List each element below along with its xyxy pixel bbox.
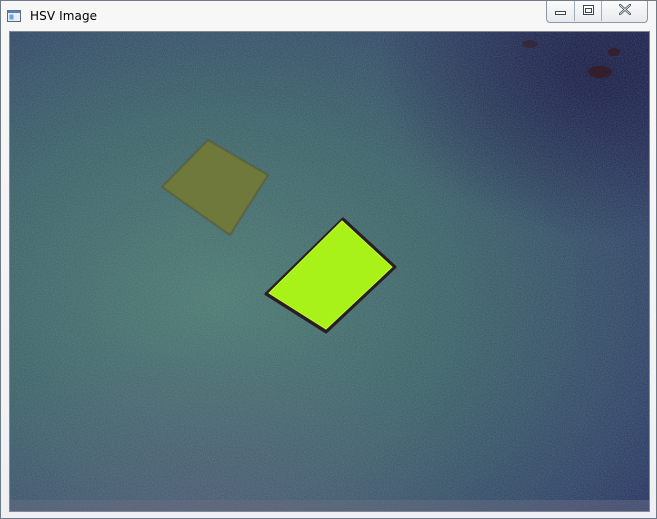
- image-bottom-band: [10, 500, 649, 511]
- maximize-button[interactable]: [574, 1, 601, 21]
- hsv-image-canvas[interactable]: [9, 31, 650, 512]
- app-window-icon: [7, 9, 21, 22]
- app-window: HSV Image: [0, 0, 657, 519]
- restore-icon: [582, 2, 594, 20]
- close-button[interactable]: [601, 1, 647, 21]
- hsv-image: [10, 32, 649, 511]
- title-bar[interactable]: HSV Image: [1, 1, 656, 31]
- close-icon: [618, 2, 631, 20]
- caption-buttons: [546, 1, 648, 23]
- minimize-button[interactable]: [547, 1, 574, 21]
- window-title: HSV Image: [30, 9, 98, 23]
- minimize-icon: [555, 2, 566, 20]
